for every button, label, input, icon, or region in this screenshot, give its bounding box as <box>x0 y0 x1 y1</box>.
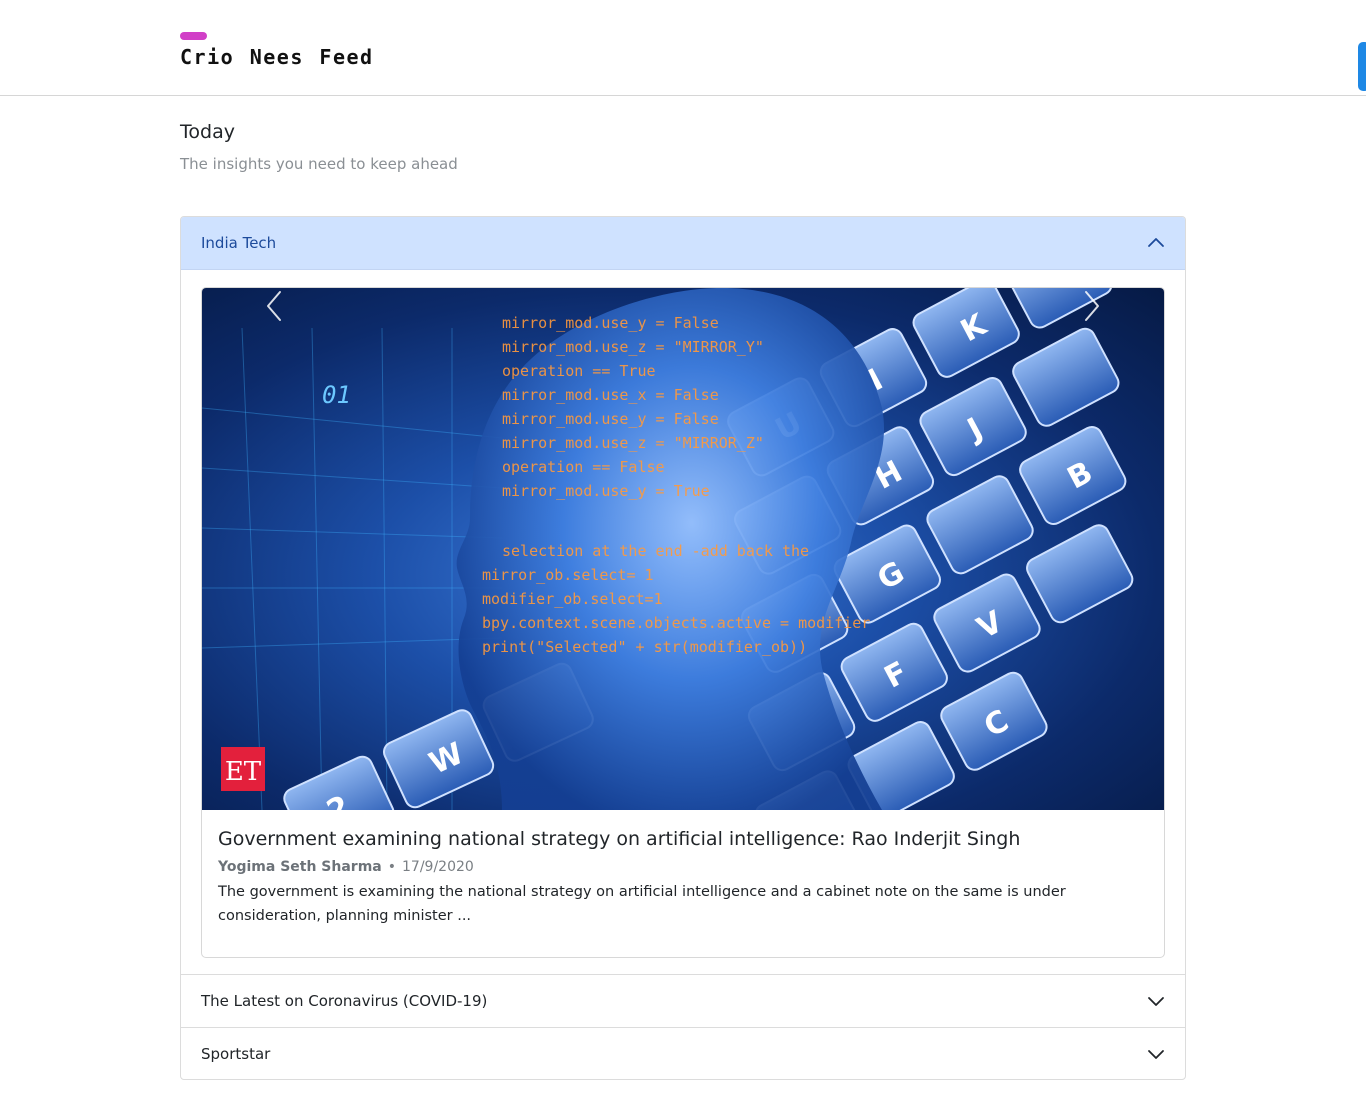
accordion-header-label: The Latest on Coronavirus (COVID-19) <box>201 992 488 1010</box>
chevron-right-icon[interactable] <box>1080 288 1104 324</box>
svg-text:mirror_ob.select= 1: mirror_ob.select= 1 <box>482 566 654 584</box>
svg-text:01: 01 <box>322 381 351 409</box>
chevron-down-icon <box>1148 1050 1164 1059</box>
svg-text:mirror_mod.use_z = "MIRROR_Y": mirror_mod.use_z = "MIRROR_Y" <box>502 338 764 356</box>
svg-text:mirror_mod.use_y = False: mirror_mod.use_y = False <box>502 410 719 428</box>
side-edge-button[interactable] <box>1358 42 1366 91</box>
card-body: Government examining national strategy o… <box>218 826 1148 928</box>
accordion-header-india-tech[interactable]: India Tech <box>181 217 1185 270</box>
accordion-header-sportstar[interactable]: Sportstar <box>181 1027 1185 1079</box>
chevron-up-icon <box>1148 238 1164 247</box>
article-date: 17/9/2020 <box>402 859 474 875</box>
brand-accent-bar <box>180 32 207 40</box>
svg-text:bpy.context.scene.objects.acti: bpy.context.scene.objects.active = modif… <box>482 614 870 632</box>
article-description: The government is examining the national… <box>218 884 1066 924</box>
meta-separator: • <box>387 859 397 875</box>
svg-text:selection at the end -add back: selection at the end -add back the <box>502 542 809 560</box>
accordion-header-label: Sportstar <box>201 1045 271 1063</box>
news-accordion: India Tech 01 I K H J G B F V C 2 W mirr… <box>180 216 1186 1080</box>
svg-text:operation == True: operation == True <box>502 362 656 380</box>
article-image: 01 I K H J G B F V C 2 W mirror_mod.use_… <box>202 288 1164 810</box>
page-title: Today <box>180 121 235 143</box>
article-illustration: 01 I K H J G B F V C 2 W mirror_mod.use_… <box>202 288 1134 810</box>
article-meta: Yogima Seth Sharma • 17/9/2020 <box>218 857 1148 877</box>
accordion-header-label: India Tech <box>201 234 277 252</box>
news-card[interactable]: 01 I K H J G B F V C 2 W mirror_mod.use_… <box>201 287 1165 958</box>
svg-text:print("Selected" + str(modifie: print("Selected" + str(modifier_ob)) <box>482 638 807 656</box>
et-logo-text: ET <box>225 757 262 787</box>
accordion-header-coronavirus[interactable]: The Latest on Coronavirus (COVID-19) <box>181 974 1185 1027</box>
top-navbar: Crio Nees Feed <box>0 0 1366 96</box>
svg-text:mirror_mod.use_z = "MIRROR_Z": mirror_mod.use_z = "MIRROR_Z" <box>502 434 764 452</box>
accordion-body-india-tech: 01 I K H J G B F V C 2 W mirror_mod.use_… <box>181 270 1185 974</box>
svg-text:mirror_mod.use_y = True: mirror_mod.use_y = True <box>502 482 710 500</box>
brand-title[interactable]: Crio Nees Feed <box>180 45 374 69</box>
svg-text:modifier_ob.select=1: modifier_ob.select=1 <box>482 590 663 608</box>
svg-text:operation == False: operation == False <box>502 458 665 476</box>
chevron-left-icon[interactable] <box>262 288 286 324</box>
svg-text:mirror_mod.use_y = False: mirror_mod.use_y = False <box>502 314 719 332</box>
svg-text:mirror_mod.use_x = False: mirror_mod.use_x = False <box>502 386 719 404</box>
chevron-down-icon <box>1148 997 1164 1006</box>
article-author: Yogima Seth Sharma <box>218 859 382 875</box>
page-subtitle: The insights you need to keep ahead <box>180 155 458 173</box>
article-title[interactable]: Government examining national strategy o… <box>218 826 1148 852</box>
